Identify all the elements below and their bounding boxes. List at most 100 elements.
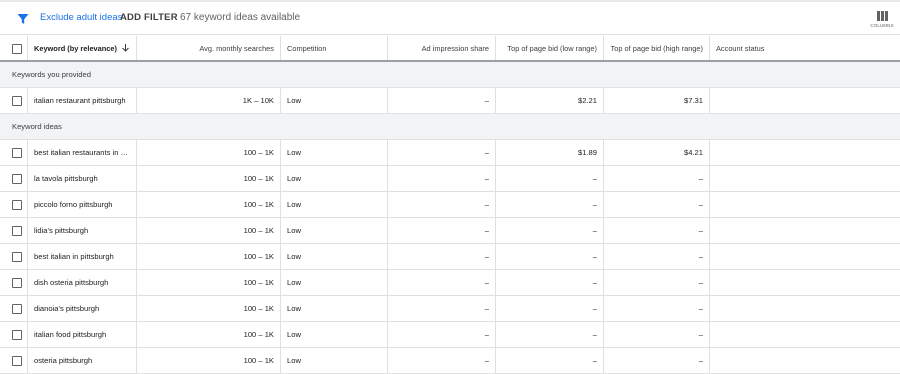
account-status-cell [710, 218, 900, 243]
row-checkbox-cell [0, 140, 28, 165]
account-status-cell [710, 88, 900, 113]
avg-searches-cell: 100 – 1K [137, 140, 281, 165]
add-filter-button[interactable]: ADD FILTER [120, 12, 178, 23]
keyword-cell[interactable]: best italian in pittsburgh [28, 244, 137, 269]
idea-rows: best italian restaurants in p... 100 – 1K… [0, 140, 900, 374]
bid-high-cell: $4.21 [604, 140, 710, 165]
bid-high-cell: – [604, 192, 710, 217]
row-checkbox-cell [0, 270, 28, 295]
avg-searches-cell: 100 – 1K [137, 166, 281, 191]
account-status-cell [710, 348, 900, 373]
competition-cell: Low [281, 166, 388, 191]
bid-high-cell: – [604, 296, 710, 321]
table-row: lidia's pittsburgh 100 – 1K Low – – – [0, 218, 900, 244]
keyword-idea-count: 67 keyword ideas available [180, 12, 301, 23]
row-checkbox-cell [0, 296, 28, 321]
bid-low-cell: – [496, 192, 604, 217]
row-checkbox[interactable] [12, 200, 22, 210]
row-checkbox-cell [0, 244, 28, 269]
competition-cell: Low [281, 88, 388, 113]
competition-cell: Low [281, 296, 388, 321]
bid-high-cell: – [604, 218, 710, 243]
bid-high-cell: – [604, 322, 710, 347]
competition-cell: Low [281, 322, 388, 347]
filter-icon[interactable] [17, 12, 29, 24]
bid-low-cell: $1.89 [496, 140, 604, 165]
header-avg-monthly-searches[interactable]: Avg. monthly searches [137, 36, 281, 60]
impression-share-cell: – [388, 322, 496, 347]
impression-share-cell: – [388, 296, 496, 321]
bid-high-cell: $7.31 [604, 88, 710, 113]
impression-share-cell: – [388, 348, 496, 373]
bid-low-cell: – [496, 322, 604, 347]
table-row: osteria pittsburgh 100 – 1K Low – – – [0, 348, 900, 374]
columns-button[interactable]: COLUMNS [865, 6, 899, 32]
impression-share-cell: – [388, 192, 496, 217]
competition-cell: Low [281, 244, 388, 269]
header-account-status[interactable]: Account status [710, 36, 900, 60]
avg-searches-cell: 100 – 1K [137, 348, 281, 373]
keyword-cell[interactable]: piccolo forno pittsburgh [28, 192, 137, 217]
avg-searches-cell: 100 – 1K [137, 296, 281, 321]
group-row-provided: Keywords you provided [0, 62, 900, 88]
table-header-row: Keyword (by relevance) Avg. monthly sear… [0, 36, 900, 62]
provided-rows: italian restaurant pittsburgh 1K – 10K Low… [0, 88, 900, 114]
table-row: italian restaurant pittsburgh 1K – 10K Low… [0, 88, 900, 114]
impression-share-cell: – [388, 218, 496, 243]
columns-icon [877, 8, 888, 21]
row-checkbox-cell [0, 192, 28, 217]
impression-share-cell: – [388, 88, 496, 113]
account-status-cell [710, 192, 900, 217]
header-bid-low[interactable]: Top of page bid (low range) [496, 36, 604, 60]
impression-share-cell: – [388, 166, 496, 191]
competition-cell: Low [281, 270, 388, 295]
row-checkbox[interactable] [12, 226, 22, 236]
exclude-adult-ideas-link[interactable]: Exclude adult ideas [40, 12, 122, 23]
row-checkbox-cell [0, 166, 28, 191]
account-status-cell [710, 140, 900, 165]
table-row: piccolo forno pittsburgh 100 – 1K Low – – – [0, 192, 900, 218]
row-checkbox[interactable] [12, 96, 22, 106]
avg-searches-cell: 1K – 10K [137, 88, 281, 113]
group-label-ideas: Keyword ideas [12, 122, 62, 131]
account-status-cell [710, 244, 900, 269]
keyword-cell[interactable]: la tavola pittsburgh [28, 166, 137, 191]
bid-low-cell: – [496, 270, 604, 295]
keyword-cell[interactable]: lidia's pittsburgh [28, 218, 137, 243]
row-checkbox-cell [0, 88, 28, 113]
avg-searches-cell: 100 – 1K [137, 244, 281, 269]
row-checkbox[interactable] [12, 252, 22, 262]
row-checkbox[interactable] [12, 148, 22, 158]
row-checkbox[interactable] [12, 174, 22, 184]
header-bid-high[interactable]: Top of page bid (high range) [604, 36, 710, 60]
table-row: best italian in pittsburgh 100 – 1K Low – – – [0, 244, 900, 270]
account-status-cell [710, 166, 900, 191]
sort-down-arrow-icon [122, 37, 129, 52]
columns-label: COLUMNS [870, 23, 894, 28]
avg-searches-cell: 100 – 1K [137, 192, 281, 217]
row-checkbox[interactable] [12, 278, 22, 288]
impression-share-cell: – [388, 140, 496, 165]
table-row: italian food pittsburgh 100 – 1K Low – – – [0, 322, 900, 348]
impression-share-cell: – [388, 244, 496, 269]
bid-high-cell: – [604, 166, 710, 191]
account-status-cell [710, 322, 900, 347]
row-checkbox[interactable] [12, 356, 22, 366]
keyword-cell[interactable]: italian restaurant pittsburgh [28, 88, 137, 113]
competition-cell: Low [281, 348, 388, 373]
keyword-cell[interactable]: dianoia's pittsburgh [28, 296, 137, 321]
keyword-cell[interactable]: osteria pittsburgh [28, 348, 137, 373]
header-ad-impression-share[interactable]: Ad impression share [388, 36, 496, 60]
keyword-cell[interactable]: best italian restaurants in p... [28, 140, 137, 165]
table-row: best italian restaurants in p... 100 – 1K… [0, 140, 900, 166]
bid-high-cell: – [604, 348, 710, 373]
group-row-ideas: Keyword ideas [0, 114, 900, 140]
keyword-cell[interactable]: dish osteria pittsburgh [28, 270, 137, 295]
row-checkbox[interactable] [12, 304, 22, 314]
row-checkbox[interactable] [12, 330, 22, 340]
bid-low-cell: – [496, 296, 604, 321]
header-keyword[interactable]: Keyword (by relevance) [28, 36, 137, 60]
header-competition[interactable]: Competition [281, 36, 388, 60]
select-all-checkbox[interactable] [12, 44, 22, 54]
keyword-cell[interactable]: italian food pittsburgh [28, 322, 137, 347]
